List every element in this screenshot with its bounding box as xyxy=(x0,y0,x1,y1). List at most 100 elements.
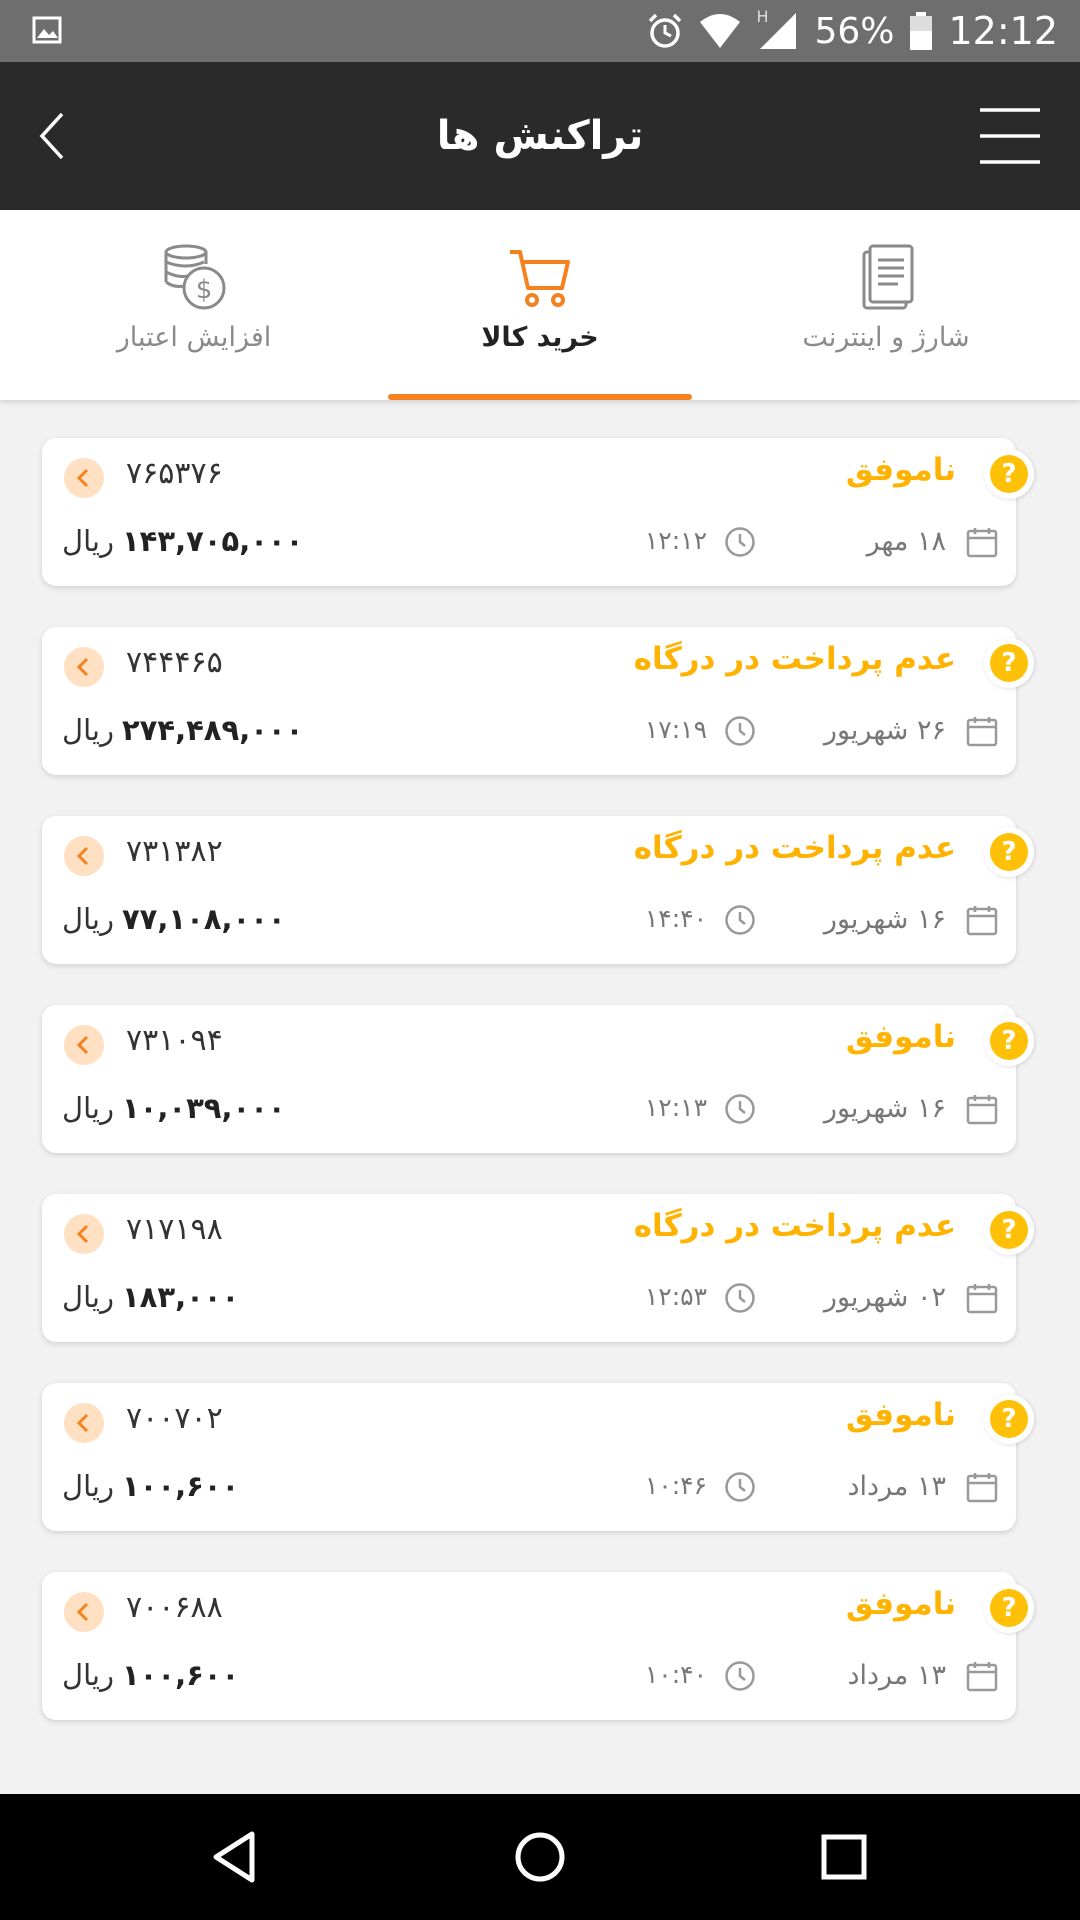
clock-icon xyxy=(725,1094,755,1124)
warning-badge: ? xyxy=(984,449,1034,499)
calendar-icon xyxy=(966,1473,998,1503)
expand-button[interactable] xyxy=(64,647,104,687)
transaction-time: ۱۲:۵۳ xyxy=(644,1282,707,1311)
warning-badge: ? xyxy=(984,1016,1034,1066)
menu-button[interactable] xyxy=(978,104,1042,168)
calendar-icon xyxy=(966,717,998,747)
transaction-status: ناموفق xyxy=(845,1397,956,1433)
question-icon: ? xyxy=(990,1589,1028,1627)
nav-home-button[interactable] xyxy=(505,1822,575,1892)
question-icon: ? xyxy=(990,1400,1028,1438)
transaction-amount: ۷۷,۱۰۸,۰۰۰ ریال xyxy=(62,902,286,936)
transaction-date: ۱۶ شهریور xyxy=(823,904,946,935)
currency-label: ریال xyxy=(62,1658,114,1692)
clock-icon xyxy=(725,1472,755,1502)
transaction-amount: ۱۰,۰۳۹,۰۰۰ ریال xyxy=(62,1091,286,1125)
currency-label: ریال xyxy=(62,713,114,747)
transaction-status: عدم پرداخت در درگاه xyxy=(633,641,956,677)
transaction-status: ناموفق xyxy=(845,1586,956,1622)
transaction-date: ۱۶ شهریور xyxy=(823,1093,946,1124)
expand-button[interactable] xyxy=(64,1214,104,1254)
order-id: ۷۶۵۳۷۶ xyxy=(126,456,223,491)
expand-button[interactable] xyxy=(64,1592,104,1632)
transaction-time: ۱۴:۴۰ xyxy=(644,904,707,933)
amount-value: ۱۰۰,۶۰۰ xyxy=(121,1469,240,1503)
coins-icon: $ xyxy=(164,244,226,310)
transaction-amount: ۱۴۳,۷۰۵,۰۰۰ ریال xyxy=(62,524,303,558)
warning-badge: ? xyxy=(984,638,1034,688)
warning-badge: ? xyxy=(984,1583,1034,1633)
order-id: ۷۰۰۶۸۸ xyxy=(126,1590,223,1625)
transaction-card[interactable]: ? عدم پرداخت در درگاه ۷۱۷۱۹۸ ۰۲ شهریور ۱… xyxy=(42,1194,1034,1342)
tab-label: افزایش اعتبار xyxy=(116,322,272,353)
tab-increase-credit[interactable]: $ افزایش اعتبار xyxy=(34,210,354,400)
amount-value: ۱۰,۰۳۹,۰۰۰ xyxy=(121,1091,286,1125)
expand-button[interactable] xyxy=(64,836,104,876)
transaction-card[interactable]: ? ناموفق ۷۰۰۶۸۸ ۱۳ مرداد ۱۰:۴۰ ۱۰۰,۶۰۰ ری… xyxy=(42,1572,1034,1720)
question-icon: ? xyxy=(990,1022,1028,1060)
order-id: ۷۰۰۷۰۲ xyxy=(126,1401,223,1436)
tab-charge-internet[interactable]: شارژ و اینترنت xyxy=(726,210,1046,400)
currency-label: ریال xyxy=(62,1280,114,1314)
transaction-time: ۱۰:۴۶ xyxy=(644,1471,707,1500)
alarm-icon xyxy=(649,13,682,48)
battery-percent: 56% xyxy=(814,10,895,52)
order-id: ۷۱۷۱۹۸ xyxy=(126,1212,223,1247)
transaction-card[interactable]: ? عدم پرداخت در درگاه ۷۳۱۳۸۲ ۱۶ شهریور ۱… xyxy=(42,816,1034,964)
tab-label: شارژ و اینترنت xyxy=(802,322,970,353)
order-id: ۷۴۴۴۶۵ xyxy=(126,645,223,680)
calendar-icon xyxy=(966,1662,998,1692)
transaction-card[interactable]: ? عدم پرداخت در درگاه ۷۴۴۴۶۵ ۲۶ شهریور ۱… xyxy=(42,627,1034,775)
clock-icon xyxy=(725,527,755,557)
currency-label: ریال xyxy=(62,1091,114,1125)
currency-label: ریال xyxy=(62,524,114,558)
nav-back-button[interactable] xyxy=(200,1822,270,1892)
clock-icon xyxy=(725,716,755,746)
transaction-time: ۱۲:۱۲ xyxy=(644,526,707,555)
expand-button[interactable] xyxy=(64,1025,104,1065)
transaction-time: ۱۷:۱۹ xyxy=(644,715,707,744)
question-icon: ? xyxy=(990,455,1028,493)
gallery-notification-icon xyxy=(32,16,62,44)
warning-badge: ? xyxy=(984,1394,1034,1444)
transaction-amount: ۱۸۳,۰۰۰ ریال xyxy=(62,1280,239,1314)
transaction-status: ناموفق xyxy=(845,452,956,488)
transaction-card[interactable]: ? ناموفق ۷۳۱۰۹۴ ۱۶ شهریور ۱۲:۱۳ ۱۰,۰۳۹,۰… xyxy=(42,1005,1034,1153)
order-id: ۷۳۱۳۸۲ xyxy=(126,834,223,869)
expand-button[interactable] xyxy=(64,458,104,498)
nav-recents-button[interactable] xyxy=(809,1822,879,1892)
back-button[interactable] xyxy=(30,106,80,166)
status-indicators: H 56% 12:12 xyxy=(646,0,1058,62)
currency-label: ریال xyxy=(62,1469,114,1503)
amount-value: ۱۰۰,۶۰۰ xyxy=(121,1658,240,1692)
currency-label: ریال xyxy=(62,902,114,936)
battery-icon xyxy=(910,12,933,50)
svg-text:$: $ xyxy=(196,275,213,305)
clock-icon xyxy=(725,1661,755,1691)
warning-badge: ? xyxy=(984,827,1034,877)
amount-value: ۲۷۴,۴۸۹,۰۰۰ xyxy=(121,713,304,747)
transaction-date: ۱۸ مهر xyxy=(866,526,946,557)
expand-button[interactable] xyxy=(64,1403,104,1443)
calendar-icon xyxy=(966,906,998,936)
tab-buy-goods[interactable]: خرید کالا xyxy=(380,210,700,400)
amount-value: ۱۴۳,۷۰۵,۰۰۰ xyxy=(121,524,304,558)
receipt-icon xyxy=(862,244,914,310)
transaction-card[interactable]: ? ناموفق ۷۰۰۷۰۲ ۱۳ مرداد ۱۰:۴۶ ۱۰۰,۶۰۰ ری… xyxy=(42,1383,1034,1531)
question-icon: ? xyxy=(990,1211,1028,1249)
network-type: H xyxy=(756,7,769,26)
order-id: ۷۳۱۰۹۴ xyxy=(126,1023,223,1058)
question-icon: ? xyxy=(990,833,1028,871)
transaction-status: ناموفق xyxy=(845,1019,956,1055)
transaction-time: ۱۲:۱۳ xyxy=(644,1093,707,1122)
transaction-card[interactable]: ? ناموفق ۷۶۵۳۷۶ ۱۸ مهر ۱۲:۱۲ ۱۴۳,۷۰۵,۰۰۰… xyxy=(42,438,1034,586)
amount-value: ۷۷,۱۰۸,۰۰۰ xyxy=(121,902,286,936)
active-tab-indicator xyxy=(388,394,692,400)
transaction-date: ۱۳ مرداد xyxy=(847,1660,946,1691)
clock-icon xyxy=(725,905,755,935)
transaction-status: عدم پرداخت در درگاه xyxy=(633,1208,956,1244)
warning-badge: ? xyxy=(984,1205,1034,1255)
calendar-icon xyxy=(966,1095,998,1125)
clock: 12:12 xyxy=(948,9,1058,53)
transaction-date: ۰۲ شهریور xyxy=(823,1282,946,1313)
